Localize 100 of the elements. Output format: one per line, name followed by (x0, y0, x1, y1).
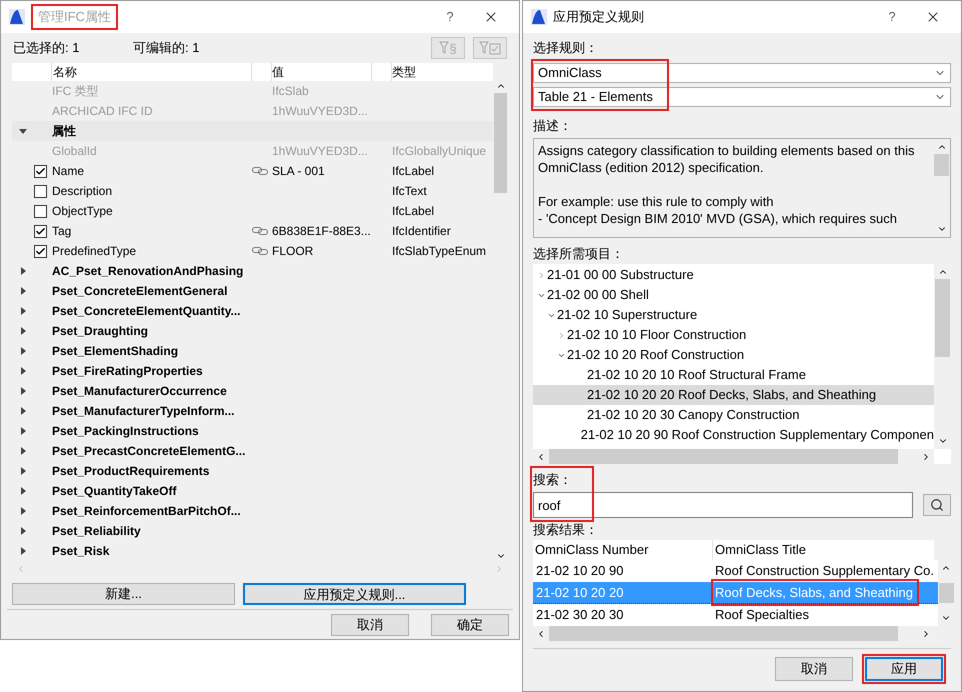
collapsed-triangle-icon[interactable] (20, 347, 26, 355)
description-text: For example: use this rule to comply with (538, 193, 775, 210)
dialog-button[interactable]: 取消 (331, 614, 409, 636)
dialog-button[interactable]: 应用 (865, 657, 943, 681)
tree-item[interactable]: 21-02 10 20 20 Roof Decks, Slabs, and Sheathing (533, 385, 934, 405)
collapsed-triangle-icon[interactable] (20, 367, 26, 375)
collapsed-triangle-icon[interactable] (20, 407, 26, 415)
collapsed-triangle-icon[interactable] (20, 387, 26, 395)
property-group-name[interactable]: Pset_FireRatingProperties (52, 362, 203, 380)
property-name: GlobalId (52, 143, 98, 160)
checkbox[interactable] (34, 204, 47, 218)
property-name: Tag (52, 223, 72, 240)
column-header[interactable]: 名称 (52, 63, 252, 81)
expanded-triangle-icon[interactable] (19, 128, 27, 134)
collapsed-triangle-icon[interactable] (20, 467, 26, 475)
field-label: 描述： (533, 117, 573, 135)
tree-item[interactable]: 21-02 10 Superstructure (533, 305, 934, 325)
collapsed-triangle-icon[interactable] (20, 527, 26, 535)
property-group-name[interactable]: Pset_Draughting (52, 322, 148, 340)
collapsed-triangle-icon[interactable] (20, 487, 26, 495)
tree-item[interactable]: 21-02 10 20 10 Roof Structural Frame (533, 365, 934, 385)
property-value: SLA - 001 (272, 163, 326, 180)
dialog-button[interactable]: 应用预定义规则... (243, 583, 466, 605)
scroll-thumb[interactable] (938, 583, 954, 603)
checkbox[interactable] (34, 224, 47, 238)
checkbox[interactable] (34, 244, 47, 258)
collapsed-triangle-icon[interactable] (20, 507, 26, 515)
field-label: 搜索结果： (533, 521, 599, 539)
table-cell-text: 21-02 10 20 20 (535, 584, 624, 602)
checkbox[interactable] (34, 184, 47, 198)
property-group-name[interactable]: Pset_ManufacturerOccurrence (52, 382, 227, 400)
column-header[interactable]: OmniClass Title (713, 540, 806, 560)
description-text: Assigns category classification to building elements based on this OmniClass (edition 2012) specification. (538, 142, 916, 176)
property-group-name[interactable]: Pset_PackingInstructions (52, 422, 199, 440)
result-row[interactable]: 21-02 10 20 90 Roof Construction Supplementary Co. (533, 560, 938, 582)
tree-item[interactable]: 21-02 10 10 Floor Construction (533, 325, 934, 345)
property-name: ARCHICAD IFC ID (52, 103, 154, 120)
tree-item[interactable]: 21-01 00 00 Substructure (533, 265, 934, 285)
property-type: IfcText (392, 183, 427, 200)
property-group-name[interactable]: Pset_Risk (52, 542, 110, 560)
collapsed-triangle-icon[interactable] (20, 327, 26, 335)
column-header[interactable]: 值 (272, 63, 372, 81)
tree-item[interactable]: 21-02 10 20 Roof Construction (533, 345, 934, 365)
property-name: Name (52, 163, 86, 180)
collapsed-triangle-icon[interactable] (20, 427, 26, 435)
scroll-thumb[interactable] (935, 279, 950, 357)
collapsed-triangle-icon[interactable] (20, 267, 26, 275)
table-cell-text: Roof Specialties (714, 606, 810, 624)
filter-checked-button[interactable] (473, 37, 507, 59)
property-group-name[interactable]: 属性 (52, 122, 76, 140)
property-value: 1hWuuVYED3D... (271, 143, 369, 160)
dialog-button[interactable]: 确定 (431, 614, 509, 636)
scroll-thumb[interactable] (934, 154, 949, 176)
property-type: IfcLabel (392, 203, 434, 220)
property-value: 1hWuuVYED3D... (271, 103, 369, 120)
description-text: - 'Concept Design BIM 2010' MVD (GSA), which requires such (538, 210, 898, 227)
collapsed-triangle-icon[interactable] (20, 447, 26, 455)
property-value: IfcSlab (271, 83, 310, 100)
tree-item[interactable]: 21-02 10 20 90 Roof Construction Supplementary Componen (533, 425, 934, 445)
dropdown-select[interactable]: Table 21 - Elements (533, 87, 951, 107)
search-icon (930, 498, 944, 512)
collapsed-triangle-icon[interactable] (20, 547, 26, 555)
collapsed-triangle-icon[interactable] (20, 307, 26, 315)
property-group-name[interactable]: Pset_ManufacturerTypeInform... (52, 402, 234, 420)
property-group-name[interactable]: AC_Pset_RenovationAndPhasing (52, 262, 244, 280)
field-label: 选择规则： (533, 39, 599, 57)
window-title: 应用预定义规则 (553, 8, 644, 26)
tree-item[interactable]: 21-02 00 00 Shell (533, 285, 934, 305)
link-icon (252, 227, 268, 235)
search-field[interactable]: roof (533, 492, 913, 518)
result-row[interactable]: 21-02 30 20 30 Roof Specialties (533, 604, 938, 626)
property-group-name[interactable]: Pset_ElementShading (52, 342, 178, 360)
tree-item[interactable]: 21-02 10 20 30 Canopy Construction (533, 405, 934, 425)
help-button[interactable]: ? (435, 7, 465, 27)
link-icon (252, 167, 268, 175)
link-icon (252, 247, 268, 255)
filter-icon (439, 41, 450, 55)
property-group-name[interactable]: Pset_ReinforcementBarPitchOf... (52, 502, 241, 520)
property-group-name[interactable]: Pset_ProductRequirements (52, 462, 210, 480)
property-group-name[interactable]: Pset_PrecastConcreteElementG... (52, 442, 246, 460)
column-header[interactable]: 类型 (392, 63, 493, 81)
help-button[interactable]: ? (877, 7, 907, 27)
property-group-name[interactable]: Pset_ConcreteElementQuantity... (52, 302, 240, 320)
property-value: FLOOR (272, 243, 314, 260)
search-button[interactable] (923, 494, 951, 516)
property-group-name[interactable]: Pset_ConcreteElementGeneral (52, 282, 228, 300)
table-cell: Roof Decks, Slabs, and Sheathing (713, 580, 918, 604)
dialog-button[interactable]: 新建... (12, 583, 235, 605)
property-group-name[interactable]: Pset_Reliability (52, 522, 141, 540)
dialog-button[interactable]: 取消 (775, 657, 853, 681)
scroll-thumb[interactable] (494, 93, 507, 193)
property-name: PredefinedType (52, 243, 138, 260)
collapsed-triangle-icon[interactable] (20, 287, 26, 295)
filter-check-icon (479, 41, 501, 55)
property-group-name[interactable]: Pset_QuantityTakeOff (52, 482, 176, 500)
editable-count: 可编辑的: 1 (133, 39, 200, 58)
checkbox[interactable] (34, 164, 47, 178)
dropdown-select[interactable]: OmniClass (533, 63, 951, 83)
field-label: 选择所需项目： (533, 245, 625, 263)
selected-count: 已选择的: 1 (13, 39, 80, 58)
